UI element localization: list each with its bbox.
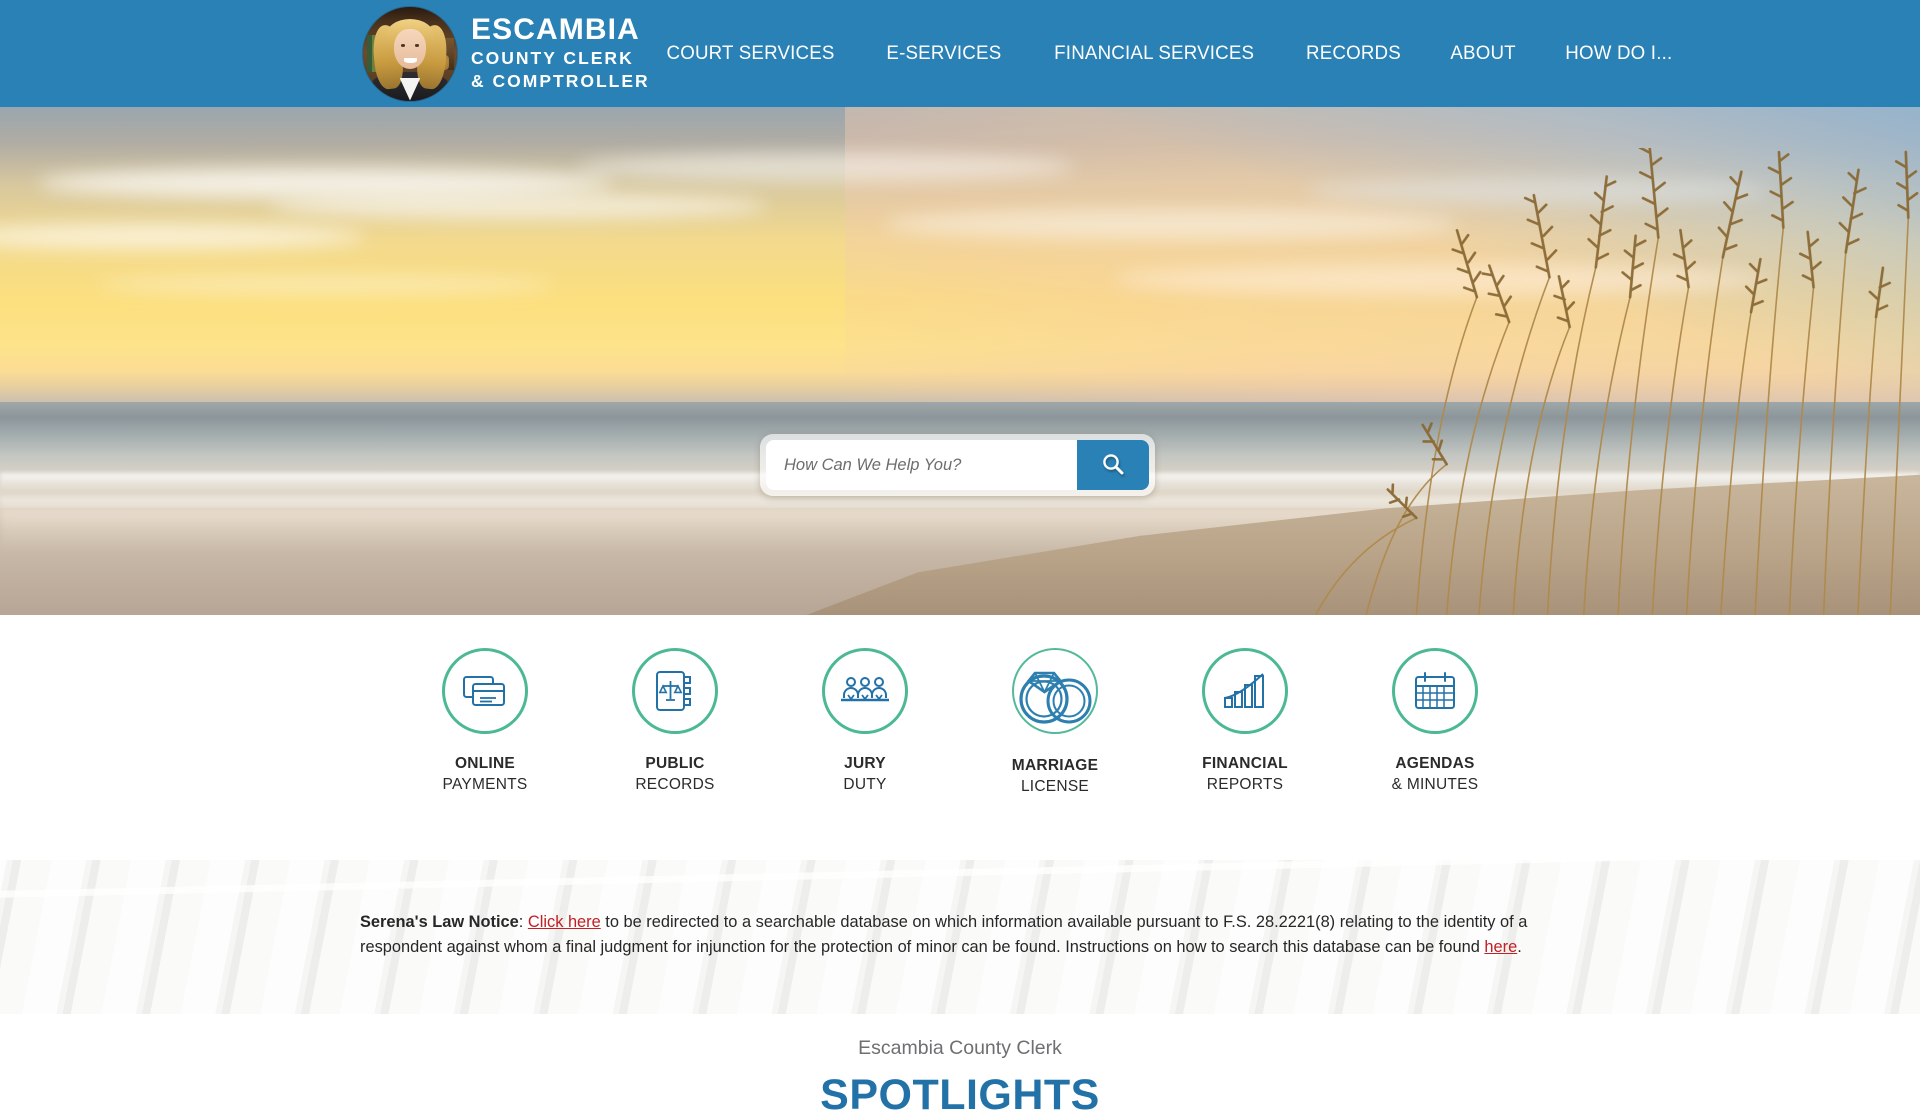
search-button[interactable] [1077, 440, 1149, 490]
sea-oats-icon [1114, 147, 1920, 615]
jury-people-icon [822, 648, 908, 734]
quick-link-line1: ONLINE [454, 755, 516, 772]
law-book-icon [632, 648, 718, 734]
brand-line-1: ESCAMBIA [471, 13, 640, 46]
credit-card-icon [442, 648, 528, 734]
search-icon [1100, 451, 1126, 480]
notice-colon: : [518, 913, 528, 931]
quick-link-label: JURY DUTY [843, 753, 886, 796]
site-logo[interactable]: ESCAMBIA COUNTY CLERK & COMPTROLLER [363, 0, 650, 107]
notice-body-2: . [1517, 937, 1522, 956]
quick-link-line1: FINANCIAL [1202, 755, 1288, 772]
spotlights-subtitle: Escambia County Clerk [858, 1037, 1062, 1059]
quick-link-label: ONLINE PAYMENTS [443, 753, 528, 796]
nav-item-financial-services[interactable]: FINANCIAL SERVICES [1032, 42, 1276, 65]
quick-link-line1: JURY [844, 755, 886, 772]
calendar-icon [1392, 648, 1478, 734]
quick-link-line2: & MINUTES [1391, 776, 1479, 794]
nav-item-e-services[interactable]: E-SERVICES [864, 42, 1023, 65]
quick-link-label: AGENDAS & MINUTES [1392, 753, 1479, 796]
serenas-law-notice-section: Serena's Law Notice: Click here to be re… [0, 860, 1920, 1014]
quick-link-label: PUBLIC RECORDS [635, 753, 714, 796]
quick-link-agendas-minutes[interactable]: AGENDAS & MINUTES [1360, 648, 1510, 798]
quick-link-line1: MARRIAGE [1011, 757, 1099, 774]
site-header: ESCAMBIA COUNTY CLERK & COMPTROLLER COUR… [0, 0, 1920, 107]
quick-link-line2: DUTY [843, 776, 887, 794]
click-here-link[interactable]: Click here [528, 913, 601, 931]
notice-paragraph: Serena's Law Notice: Click here to be re… [360, 910, 1560, 959]
spotlights-section: Escambia County Clerk SPOTLIGHTS [0, 1014, 1920, 1119]
notice-label: Serena's Law Notice [360, 913, 519, 931]
bar-chart-icon [1202, 648, 1288, 734]
hero-banner [0, 107, 1920, 615]
quick-link-jury-duty[interactable]: JURY DUTY [790, 648, 940, 798]
quick-link-online-payments[interactable]: ONLINE PAYMENTS [410, 648, 560, 798]
quick-link-public-records[interactable]: PUBLIC RECORDS [600, 648, 750, 798]
quick-links-row: ONLINE PAYMENTS PUBLIC RECORDS JURY DUTY… [410, 648, 1510, 798]
quick-link-line2: LICENSE [1020, 778, 1090, 796]
quick-link-label: MARRIAGE LICENSE [1012, 755, 1098, 798]
quick-link-line2: RECORDS [635, 776, 715, 794]
nav-item-records[interactable]: RECORDS [1284, 42, 1423, 65]
quick-link-line2: REPORTS [1206, 776, 1284, 794]
main-navigation: COURT SERVICES E-SERVICES FINANCIAL SERV… [640, 0, 1698, 107]
quick-link-financial-reports[interactable]: FINANCIAL REPORTS [1170, 648, 1320, 798]
quick-link-line2: PAYMENTS [442, 776, 528, 794]
brand-line-2: COUNTY CLERK [471, 48, 634, 68]
clerk-portrait-icon [363, 6, 457, 101]
nav-item-about[interactable]: ABOUT [1429, 42, 1539, 65]
quick-links-section: ONLINE PAYMENTS PUBLIC RECORDS JURY DUTY… [0, 615, 1920, 860]
quick-link-label: FINANCIAL REPORTS [1202, 753, 1288, 796]
quick-link-line1: AGENDAS [1395, 755, 1475, 772]
nav-item-court-services[interactable]: COURT SERVICES [644, 42, 856, 65]
spotlights-title: SPOTLIGHTS [820, 1071, 1100, 1119]
hero-search-bar [760, 434, 1155, 496]
wedding-rings-icon [1012, 648, 1098, 734]
quick-link-marriage-license[interactable]: MARRIAGE LICENSE [980, 648, 1130, 798]
quick-link-line1: PUBLIC [645, 755, 705, 772]
nav-item-how-do-i[interactable]: HOW DO I... [1544, 42, 1695, 65]
here-link[interactable]: here [1484, 938, 1517, 956]
search-input[interactable] [766, 440, 1077, 490]
brand-line-3: & COMPTROLLER [471, 70, 650, 91]
brand-wordmark: ESCAMBIA COUNTY CLERK & COMPTROLLER [471, 15, 650, 92]
